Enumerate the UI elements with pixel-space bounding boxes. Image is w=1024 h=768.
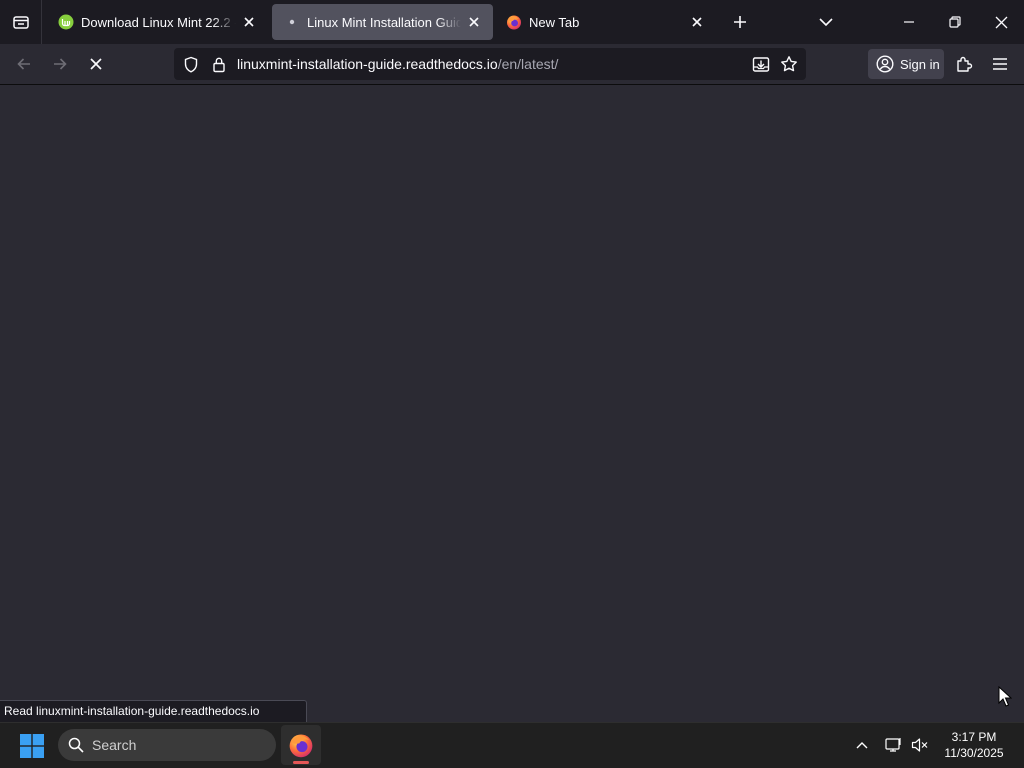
taskbar-search-box[interactable]: Search [58,729,276,761]
arrow-left-icon [17,58,30,70]
network-monitor-icon [885,738,901,752]
address-bar[interactable]: linuxmint-installation-guide.readthedocs… [174,48,806,80]
url-text[interactable]: linuxmint-installation-guide.readthedocs… [237,56,558,72]
minimize-icon [904,21,914,23]
chevron-down-icon [819,18,833,27]
lock-icon[interactable] [210,55,228,73]
close-icon[interactable] [240,13,258,31]
account-icon [876,55,894,73]
firefox-view-button[interactable] [0,0,42,44]
plus-icon [734,16,746,28]
tracking-protection-shield-icon[interactable] [182,55,200,73]
volume-button[interactable] [908,733,932,757]
close-window-button[interactable] [978,0,1024,44]
mouse-pointer-icon [998,686,1012,707]
app-menu-button[interactable] [984,48,1016,80]
tab-linux-mint-installation-guide[interactable]: Linux Mint Installation Guide — Linux Mi… [272,4,493,40]
network-status-button[interactable] [882,733,906,757]
speaker-muted-icon [911,738,928,752]
tab-title: Download Linux Mint 22.2 - Linux Mint [81,14,236,30]
page-content-area[interactable] [0,86,1024,722]
search-icon [68,737,84,753]
puzzle-piece-icon [957,56,973,72]
status-panel: Read linuxmint-installation-guide.readth… [0,700,307,722]
chevron-up-icon [856,742,868,749]
firefox-icon [289,734,313,758]
hamburger-menu-icon [993,58,1007,70]
stop-loading-button[interactable] [80,48,112,80]
close-icon[interactable] [465,13,483,31]
show-hidden-icons-button[interactable] [850,733,874,757]
new-tab-button[interactable] [724,6,756,38]
firefox-icon [506,14,522,30]
url-host: linuxmint-installation-guide.readthedocs… [237,56,498,72]
stop-icon [90,58,102,70]
arrow-right-icon [54,58,67,70]
windows-logo-icon [20,734,44,758]
sign-in-button[interactable]: Sign in [868,49,944,79]
save-to-pocket-icon[interactable] [752,55,770,73]
firefox-view-icon [12,16,29,29]
loading-dot-icon [284,14,300,30]
tab-strip: Download Linux Mint 22.2 - Linux Mint Li… [0,0,1024,44]
bookmark-star-icon[interactable] [780,55,798,73]
linux-mint-icon [58,14,74,30]
close-icon [995,16,1007,28]
restore-button[interactable] [932,0,978,44]
start-button[interactable] [14,730,50,762]
clock-time: 3:17 PM [951,730,997,744]
list-all-tabs-button[interactable] [810,6,842,38]
system-clock[interactable]: 3:17 PM 11/30/2025 [936,729,1012,761]
close-icon[interactable] [688,13,706,31]
sign-in-label: Sign in [900,56,940,72]
clock-date: 11/30/2025 [944,746,1004,760]
forward-button[interactable] [44,48,76,80]
tab-new-tab[interactable]: New Tab [494,4,716,40]
tab-download-linux-mint[interactable]: Download Linux Mint 22.2 - Linux Mint [46,4,268,40]
taskbar-firefox-button[interactable] [281,725,321,765]
tab-title: Linux Mint Installation Guide — Linux Mi… [307,14,461,30]
extensions-button[interactable] [948,48,980,80]
taskbar: Search 3:17 PM 11/30/2025 [0,722,1024,768]
navigation-toolbar: linuxmint-installation-guide.readthedocs… [0,44,1024,85]
restore-icon [949,16,961,28]
minimize-button[interactable] [886,0,932,44]
back-button[interactable] [8,48,40,80]
url-path: /en/latest/ [497,56,559,72]
tab-title: New Tab [529,14,580,30]
running-app-indicator [293,761,309,764]
search-label: Search [92,737,137,753]
